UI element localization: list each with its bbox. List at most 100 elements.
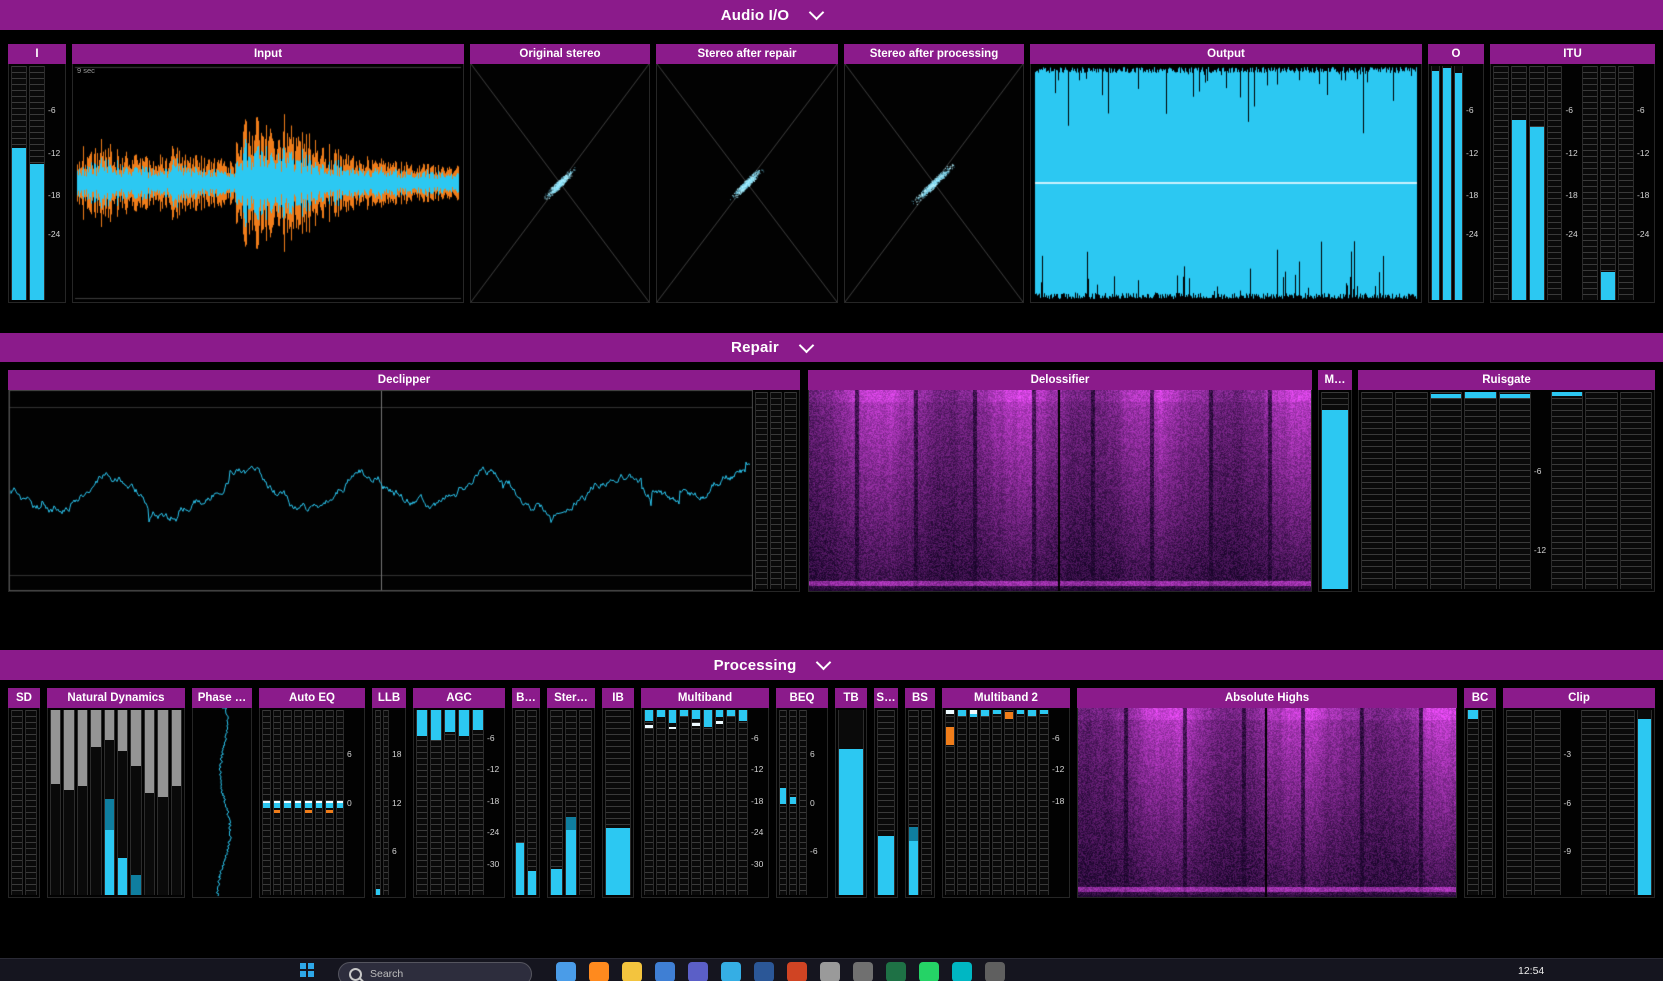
meter-column [550,710,563,895]
taskbar-icon-app-teal[interactable] [952,962,972,981]
meter-column [444,710,456,895]
meter-scale-label: 0 [347,798,352,808]
panel-llb-header[interactable]: LLB [372,688,406,708]
panel-stereo-after-repair-header[interactable]: Stereo after repair [656,44,838,64]
panel-natural-dynamics-header[interactable]: Natural Dynamics [47,688,185,708]
panel-itu-header[interactable]: ITU [1490,44,1655,64]
taskbar-icon-firefox[interactable] [589,962,609,981]
panel-multiband2-header[interactable]: Multiband 2 [942,688,1070,708]
panel-original-stereo-header[interactable]: Original stereo [470,44,650,64]
taskbar-icon-edge[interactable] [721,962,741,981]
panel-stereo-after-processing-header[interactable]: Stereo after processing [844,44,1024,64]
taskbar-icon-app-gray-2[interactable] [853,962,873,981]
meter-column [908,710,919,895]
panel-s-header[interactable]: S… [874,688,898,708]
meter-scale: -6-12-18 [1051,710,1067,895]
panel-o-header[interactable]: O [1428,44,1484,64]
panel-agc-header[interactable]: AGC [413,688,505,708]
meter-column [668,710,678,895]
meter-scale-label: -18 [751,796,763,806]
meter-scale-label: -12 [1637,148,1649,158]
meter-column [969,710,979,895]
panel-multiband-header[interactable]: Multiband [641,688,769,708]
taskbar-icon-word[interactable] [754,962,774,981]
meter-scale-label: -12 [1466,148,1478,158]
panel-declipper-header[interactable]: Declipper [8,370,800,390]
meter-column [77,710,88,895]
panel-bc-header[interactable]: BC [1464,688,1496,708]
auto-eq-meter: 60 [259,708,365,898]
panel-m-header[interactable]: M… [1318,370,1352,390]
panel-i-header[interactable]: I [8,44,66,64]
meter-column [656,710,666,895]
panel-tb-header[interactable]: TB [835,688,867,708]
meter-column [784,392,797,589]
meter-scale-label: -24 [1637,229,1649,239]
panel-original-stereo: Original stereo [470,44,650,303]
start-button[interactable] [300,963,314,977]
meter-column [1581,710,1607,895]
taskbar-icon-powerpoint[interactable] [787,962,807,981]
taskbar-icon-app-gray-1[interactable] [820,962,840,981]
meter-column [980,710,990,895]
taskbar-clock[interactable]: 12:54 [1518,965,1544,977]
panel-sd-header[interactable]: SD [8,688,40,708]
panel-phase-header[interactable]: Phase … [192,688,252,708]
meter-column [1395,392,1427,589]
taskbar-icon-files[interactable] [622,962,642,981]
panel-ruisgate-header[interactable]: Ruisgate [1358,370,1655,390]
panel-ster-title: Ster… [554,692,588,704]
meter-column [1493,66,1509,300]
panel-i: I -6-12-18-24 [8,44,66,303]
panel-clip-header[interactable]: Clip [1503,688,1655,708]
section-bar-processing[interactable]: Processing [0,650,1663,680]
panel-b-header[interactable]: B… [512,688,540,708]
taskbar-icon-photos[interactable] [655,962,675,981]
taskbar-icon-mail[interactable] [556,962,576,981]
meter-column [1585,392,1617,589]
section-bar-audio-io[interactable]: Audio I/O [0,0,1663,30]
multiband2-meter: -6-12-18 [942,708,1070,898]
natural-dynamics-meter [47,708,185,898]
taskbar-search[interactable]: Search [338,962,532,981]
meter-column [1511,66,1527,300]
panel-output-header[interactable]: Output [1030,44,1422,64]
panel-delossifier-header[interactable]: Delossifier [808,370,1312,390]
panel-itu-title: ITU [1563,48,1582,60]
meter-scale-label: -6 [1534,466,1542,476]
section-title-audio-io: Audio I/O [721,7,789,24]
stereo-after-processing-goniometer [844,64,1024,303]
panel-beq-header[interactable]: BEQ [776,688,828,708]
panel-absolute-highs-header[interactable]: Absolute Highs [1077,688,1457,708]
panel-stereo-after-repair-title: Stereo after repair [697,48,796,60]
panel-bs-header[interactable]: BS [905,688,935,708]
section-title-processing: Processing [714,657,797,674]
meter-column [755,392,768,589]
chevron-down-icon [816,655,832,671]
beq-meter: 60-6 [776,708,828,898]
meter-column [29,66,45,300]
meter-column [515,710,525,895]
input-waveform-display: 9 sec [72,64,464,303]
meter-column [144,710,155,895]
panel-auto-eq-header[interactable]: Auto EQ [259,688,365,708]
meter-column [1442,66,1451,300]
meter-column [117,710,128,895]
meter-column [715,710,725,895]
panel-ster-header[interactable]: Ster… [547,688,595,708]
meter-scale-label: -6 [48,105,56,115]
panel-ib-header[interactable]: IB [602,688,634,708]
panel-llb: LLB 18126 [372,688,406,898]
taskbar-icon-whatsapp[interactable] [919,962,939,981]
meter-scale-label: -24 [48,229,60,239]
meter-scale-label: 6 [347,749,352,759]
meter-column [691,710,701,895]
taskbar-icon-teams[interactable] [688,962,708,981]
section-bar-repair[interactable]: Repair [0,333,1663,362]
chevron-down-icon [799,337,815,353]
panel-multiband2: Multiband 2 -6-12-18 [942,688,1070,898]
panel-input-header[interactable]: Input [72,44,464,64]
taskbar-icon-app-gray-3[interactable] [985,962,1005,981]
taskbar-icon-excel[interactable] [886,962,906,981]
meter-scale-label: -18 [48,190,60,200]
